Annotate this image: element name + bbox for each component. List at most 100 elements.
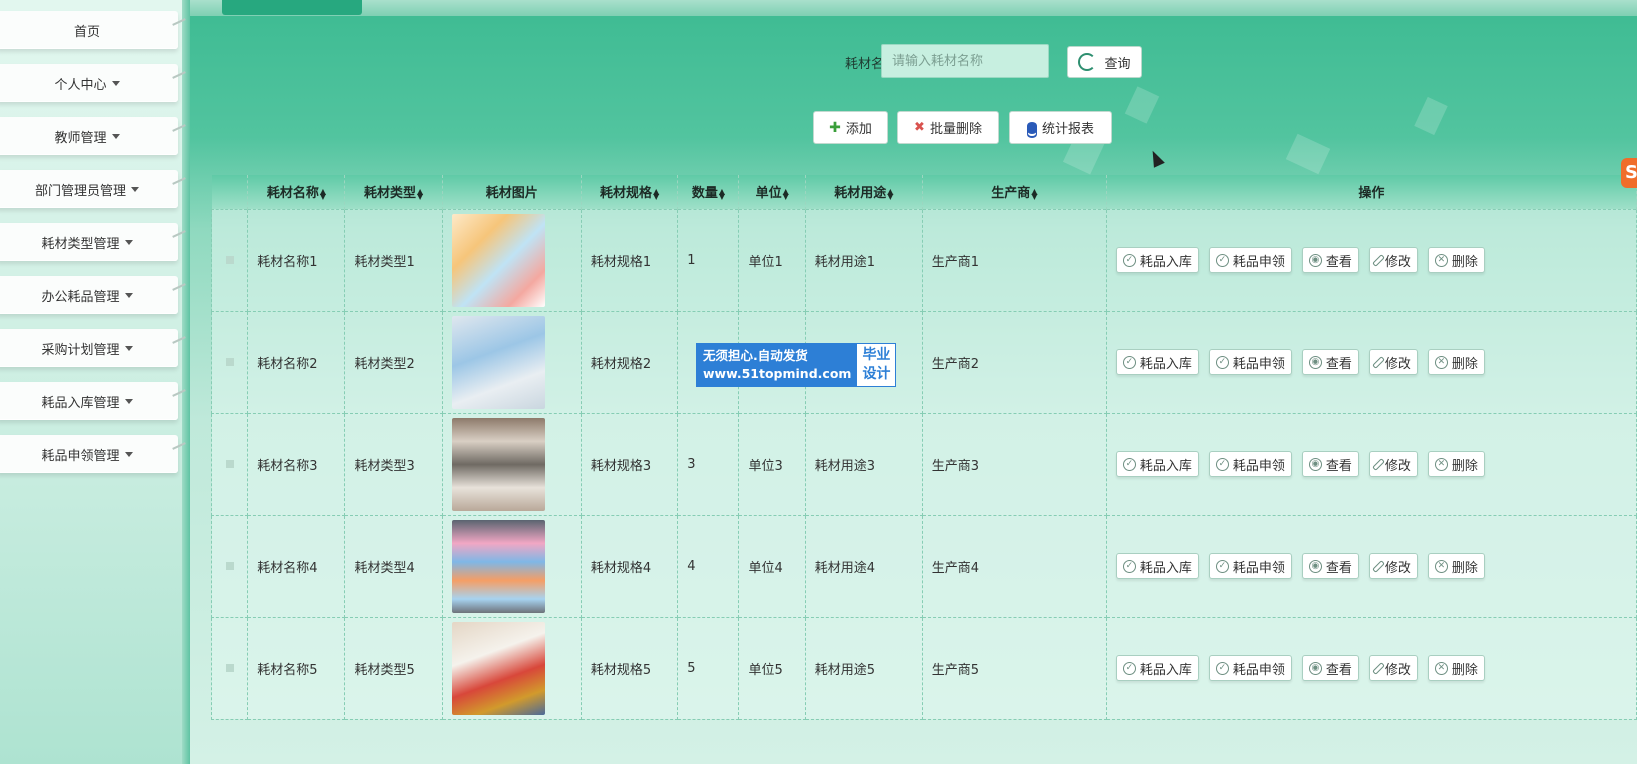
- cell-unit: 单位3: [748, 458, 783, 474]
- maker-cell: 生产商2: [921, 310, 1107, 414]
- apply-button[interactable]: ✓ 耗品申领: [1208, 451, 1292, 477]
- chevron-down-icon: [131, 186, 139, 192]
- batch-delete-button[interactable]: ✖ 批量删除: [897, 111, 999, 144]
- delete-button[interactable]: ✕ 删除: [1427, 655, 1485, 681]
- header-select-all[interactable]: [211, 175, 249, 209]
- edit-button[interactable]: 修改: [1368, 247, 1418, 273]
- column-header-label: 耗材用途: [834, 186, 887, 202]
- usage-cell: 耗材用途1: [804, 208, 923, 312]
- watermark-line1: 无须担心.自动发货: [703, 348, 808, 363]
- edit-button[interactable]: 修改: [1368, 451, 1418, 477]
- sort-icon[interactable]: ▲ ▼: [1031, 187, 1037, 200]
- stock-in-button[interactable]: ✓ 耗品入库: [1115, 655, 1199, 681]
- name-cell: 耗材名称4: [247, 514, 346, 618]
- search-input[interactable]: [881, 44, 1049, 78]
- chevron-down-icon: [111, 133, 120, 139]
- chevron-down-icon: [124, 345, 133, 351]
- delete-button[interactable]: ✕ 删除: [1427, 451, 1485, 477]
- checkbox-cell[interactable]: [210, 616, 249, 720]
- search-button[interactable]: 查询: [1067, 46, 1142, 78]
- view-button[interactable]: ◉ 查看: [1301, 451, 1359, 477]
- row-checkbox[interactable]: [225, 561, 234, 570]
- sidebar-item[interactable]: 办公耗品管理: [0, 276, 186, 314]
- apply-button[interactable]: ✓ 耗品申领: [1208, 247, 1292, 273]
- sort-icon[interactable]: ▲ ▼: [653, 187, 659, 200]
- sort-icon[interactable]: ▲ ▼: [320, 187, 326, 200]
- report-button[interactable]: 统计报表: [1009, 111, 1112, 144]
- cell-spec: 耗材规格1: [590, 254, 652, 270]
- edit-button[interactable]: 修改: [1368, 553, 1418, 579]
- search-icon: [1078, 53, 1097, 71]
- row-checkbox[interactable]: [225, 459, 234, 468]
- column-header[interactable]: 数量▲ ▼: [677, 175, 740, 209]
- sidebar-item[interactable]: 首页: [0, 11, 186, 49]
- sort-icon[interactable]: ▲ ▼: [719, 187, 725, 200]
- checkbox-cell[interactable]: [210, 310, 249, 414]
- view-button[interactable]: ◉ 查看: [1301, 349, 1359, 375]
- apply-button[interactable]: ✓ 耗品申领: [1208, 349, 1292, 375]
- edit-button[interactable]: 修改: [1368, 349, 1418, 375]
- sidebar-item[interactable]: 耗品入库管理: [0, 382, 186, 420]
- column-header[interactable]: 单位▲ ▼: [738, 175, 806, 209]
- delete-button[interactable]: ✕ 删除: [1427, 553, 1485, 579]
- column-header[interactable]: 耗材类型▲ ▼: [344, 175, 443, 209]
- view-button[interactable]: ◉ 查看: [1301, 655, 1359, 681]
- column-header-label: 耗材图片: [485, 186, 538, 202]
- image-cell: [441, 514, 582, 618]
- sidebar-item-label: 耗品申领管理: [41, 448, 120, 464]
- edit-button[interactable]: 修改: [1368, 655, 1418, 681]
- apply-button[interactable]: ✓ 耗品申领: [1208, 553, 1292, 579]
- sort-icon[interactable]: ▲ ▼: [783, 187, 789, 200]
- cell-maker: 生产商2: [931, 356, 980, 372]
- sidebar-item[interactable]: 教师管理: [0, 117, 186, 155]
- apply-button[interactable]: ✓ 耗品申领: [1208, 655, 1292, 681]
- consumables-table: 耗材名称▲ ▼ 耗材类型▲ ▼ 耗材图片 耗材规格▲ ▼ 数量▲ ▼ 单位▲ ▼ 耗材用途▲ ▼ 生产商▲…: [210, 175, 1637, 720]
- check-circle-icon: ✓: [1122, 355, 1136, 369]
- stock-in-button[interactable]: ✓ 耗品入库: [1115, 553, 1199, 579]
- add-button[interactable]: ✚ 添加: [813, 111, 888, 144]
- checkbox-cell[interactable]: [210, 514, 249, 618]
- view-button[interactable]: ◉ 查看: [1301, 553, 1359, 579]
- stock-in-button[interactable]: ✓ 耗品入库: [1115, 349, 1199, 375]
- sort-icon[interactable]: ▲ ▼: [417, 187, 423, 200]
- add-button-label: 添加: [845, 122, 872, 137]
- checkbox-cell[interactable]: [210, 412, 249, 516]
- stock-in-button[interactable]: ✓ 耗品入库: [1115, 247, 1199, 273]
- stock-in-button-label: 耗品入库: [1139, 458, 1192, 474]
- sort-icon[interactable]: ▲ ▼: [887, 187, 893, 200]
- delete-button[interactable]: ✕ 删除: [1427, 349, 1485, 375]
- background-decoration: [1124, 86, 1160, 124]
- apply-button-label: 耗品申领: [1232, 458, 1285, 474]
- row-actions: ✓ 耗品入库 ✓ 耗品申领 ◉ 查看 修改 ✕ 删除: [1115, 349, 1627, 375]
- close-circle-icon: ✕: [1434, 253, 1448, 267]
- actions-cell: ✓ 耗品入库 ✓ 耗品申领 ◉ 查看 修改 ✕ 删除: [1105, 616, 1637, 720]
- sidebar-item-label: 办公耗品管理: [41, 289, 120, 305]
- column-header[interactable]: 耗材用途▲ ▼: [805, 175, 923, 209]
- row-checkbox[interactable]: [225, 255, 234, 264]
- checkbox-cell[interactable]: [210, 208, 249, 312]
- sidebar-item[interactable]: 采购计划管理: [0, 329, 186, 367]
- sidebar-item[interactable]: 耗品申领管理: [0, 435, 186, 473]
- sidebar-item[interactable]: 部门管理员管理: [0, 170, 186, 208]
- column-header[interactable]: 耗材规格▲ ▼: [581, 175, 679, 209]
- maker-cell: 生产商5: [921, 616, 1107, 720]
- check-circle-icon: ✓: [1122, 253, 1136, 267]
- row-checkbox[interactable]: [225, 663, 234, 672]
- cell-type: 耗材类型4: [354, 560, 415, 576]
- column-header[interactable]: 生产商▲ ▼: [922, 175, 1107, 209]
- delete-button[interactable]: ✕ 删除: [1427, 247, 1485, 273]
- maker-cell: 生产商3: [921, 412, 1107, 516]
- view-button-label: 查看: [1325, 458, 1352, 474]
- spec-cell: 耗材规格1: [580, 208, 679, 312]
- view-button[interactable]: ◉ 查看: [1301, 247, 1359, 273]
- stock-in-button[interactable]: ✓ 耗品入库: [1115, 451, 1199, 477]
- delete-button-label: 删除: [1451, 560, 1478, 576]
- cell-type: 耗材类型3: [354, 458, 415, 474]
- sidebar-edge: [182, 0, 190, 764]
- sidebar-item[interactable]: 耗材类型管理: [0, 223, 186, 261]
- sidebar-item[interactable]: 个人中心: [0, 64, 186, 102]
- cell-unit: 单位4: [748, 560, 783, 576]
- row-checkbox[interactable]: [225, 357, 234, 366]
- column-header[interactable]: 耗材名称▲ ▼: [247, 175, 346, 209]
- tab-active[interactable]: [222, 0, 362, 15]
